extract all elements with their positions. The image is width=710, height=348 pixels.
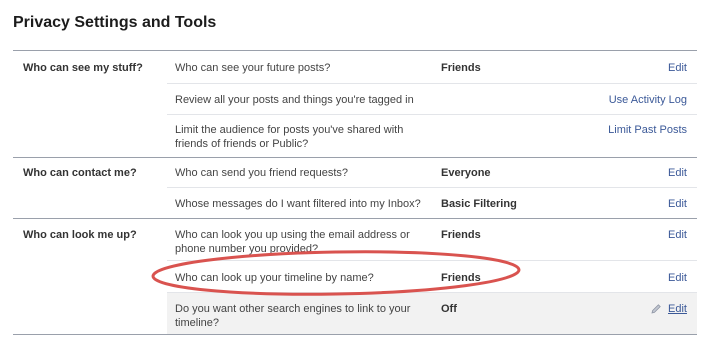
question-search-engines: Do you want other search engines to link…	[175, 303, 411, 329]
pencil-icon	[651, 304, 661, 314]
edit-timeline-lookup-link[interactable]: Edit	[668, 272, 687, 284]
row-divider	[167, 83, 697, 84]
divider	[13, 50, 697, 51]
section-label-contact: Who can contact me?	[23, 167, 137, 179]
question-message-filtering: Whose messages do I want filtered into m…	[175, 198, 421, 210]
section-divider	[13, 334, 697, 335]
value-email-lookup: Friends	[441, 229, 481, 241]
question-limit-audience: Limit the audience for posts you've shar…	[175, 124, 404, 150]
value-message-filtering: Basic Filtering	[441, 198, 517, 210]
edit-message-filtering-link[interactable]: Edit	[668, 198, 687, 210]
edit-email-lookup-link[interactable]: Edit	[668, 229, 687, 241]
section-label-see-stuff: Who can see my stuff?	[23, 62, 143, 74]
page-title: Privacy Settings and Tools	[13, 14, 217, 31]
value-search-engines: Off	[441, 303, 457, 315]
section-label-look-up: Who can look me up?	[23, 229, 137, 241]
value-friend-requests: Everyone	[441, 167, 491, 179]
edit-future-posts-link[interactable]: Edit	[668, 62, 687, 74]
question-future-posts: Who can see your future posts?	[175, 62, 331, 74]
edit-search-engines-link[interactable]: Edit	[668, 303, 687, 315]
row-divider	[167, 114, 697, 115]
question-friend-requests: Who can send you friend requests?	[175, 167, 349, 179]
row-divider	[167, 187, 697, 188]
value-future-posts: Friends	[441, 62, 481, 74]
use-activity-log-link[interactable]: Use Activity Log	[609, 94, 687, 106]
annotation-oval	[151, 250, 521, 296]
question-review-posts: Review all your posts and things you're …	[175, 94, 414, 106]
section-divider	[13, 218, 697, 219]
edit-friend-requests-link[interactable]: Edit	[668, 167, 687, 179]
section-divider	[13, 157, 697, 158]
limit-past-posts-link[interactable]: Limit Past Posts	[608, 124, 687, 136]
